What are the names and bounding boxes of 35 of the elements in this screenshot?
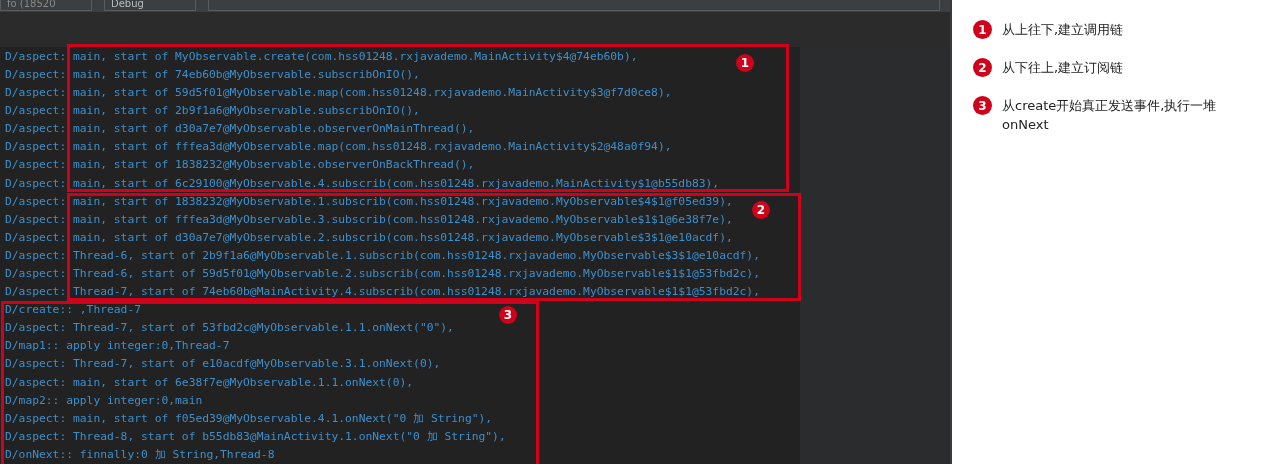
log-line: D/aspect: main, start of fffea3d@MyObservable.map(com.hss01248.rxjavademo.MainActivity$2@48a0f94), xyxy=(4,139,672,156)
note-text: 从下往上,建立订阅链 xyxy=(1002,59,1125,77)
log-level-dropdown[interactable]: Debug xyxy=(104,0,196,11)
number-badge: 2 xyxy=(973,58,992,77)
log-line: D/aspect: Thread-8, start of b55db83@MainActivity.1.onNext("0 加 String"), xyxy=(4,428,506,445)
process-dropdown[interactable]: fo (18520 xyxy=(0,0,92,11)
log-line: D/aspect: main, start of 2b9f1a6@MyObservable.subscribOnIO(), xyxy=(4,103,420,120)
number-badge: 1 xyxy=(973,20,992,39)
log-line: D/aspect: Thread-6, start of 2b9f1a6@MyObservable.1.subscrib(com.hss01248.rxjavademo.MyObservable$3$1@e10acdf), xyxy=(4,247,760,264)
note-text: 从上往下,建立调用链 xyxy=(1002,21,1125,39)
log-line: D/aspect: main, start of 1838232@MyObservable.observerOnBackThread(), xyxy=(4,157,475,174)
number-badge: 1 xyxy=(736,53,754,72)
log-line: D/aspect: main, start of d30a7e7@MyObservable.2.subscrib(com.hss01248.rxjavademo.MyObservable$3$1@e10acdf), xyxy=(4,229,733,246)
log-line: D/aspect: main, start of fffea3d@MyObservable.3.subscrib(com.hss01248.rxjavademo.MyObservable$1$1@6e38f7e), xyxy=(4,211,733,228)
log-line: D/aspect: Thread-6, start of 59d5f01@MyObservable.2.subscrib(com.hss01248.rxjavademo.MyObservable$1$1@53fbd2c), xyxy=(4,265,760,282)
search-field[interactable] xyxy=(208,0,940,11)
log-line: D/aspect: main, start of 1838232@MyObservable.1.subscrib(com.hss01248.rxjavademo.MyObservable$4$1@f05ed39), xyxy=(4,193,733,210)
log-line: D/aspect: Thread-7, start of 74eb60b@MainActivity.4.subscrib(com.hss01248.rxjavademo.MyObservable$1$1@53fbd2c), xyxy=(4,284,760,301)
note-text: 从create开始真正发送事件,执行一堆onNext xyxy=(1002,97,1218,134)
log-line: D/create:: ,Thread-7 xyxy=(4,302,142,319)
log-line: D/onNext:: finnally:0 加 String,Thread-8 xyxy=(4,446,275,463)
log-line: D/aspect: main, start of f05ed39@MyObservable.4.1.onNext("0 加 String"), xyxy=(4,410,493,427)
log-line: D/aspect: main, start of 74eb60b@MyObservable.subscribOnIO(), xyxy=(4,66,420,83)
log-line: D/map2:: apply integer:0,main xyxy=(4,392,203,409)
number-badge: 3 xyxy=(499,306,517,325)
log-line: D/aspect: Thread-7, start of e10acdf@MyObservable.3.1.onNext(0), xyxy=(4,356,441,373)
number-badge: 3 xyxy=(973,96,992,115)
number-badge: 2 xyxy=(752,200,770,219)
log-line: D/map1:: apply integer:0,Thread-7 xyxy=(4,338,230,355)
log-line: D/aspect: main, start of 6e38f7e@MyObservable.1.1.onNext(0), xyxy=(4,374,414,391)
log-line: D/aspect: main, start of MyObservable.create(com.hss01248.rxjavademo.MainActivity$4@74eb60b), xyxy=(4,48,638,65)
log-line: D/aspect: Thread-7, start of 53fbd2c@MyObservable.1.1.onNext("0"), xyxy=(4,320,454,337)
log-line: D/aspect: main, start of 6c29100@MyObservable.4.subscrib(com.hss01248.rxjavademo.MainActivity$1@b55db83), xyxy=(4,175,720,192)
log-line: D/aspect: main, start of 59d5f01@MyObservable.map(com.hss01248.rxjavademo.MainActivity$3@f7d0ce8), xyxy=(4,85,672,102)
log-line: D/aspect: main, start of d30a7e7@MyObservable.observerOnMainThread(), xyxy=(4,121,475,138)
